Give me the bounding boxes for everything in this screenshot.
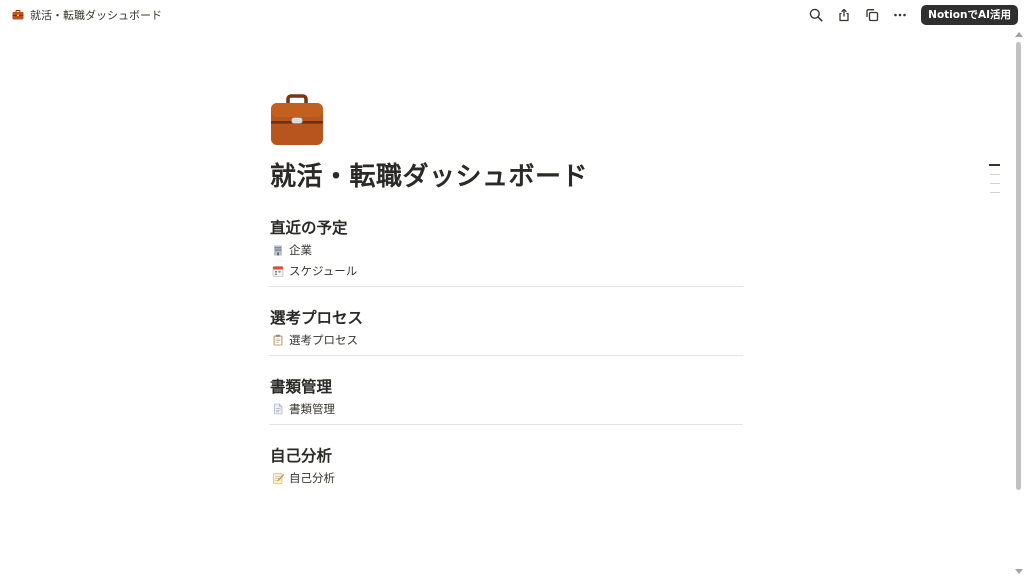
divider [269, 286, 743, 287]
toc-line[interactable] [990, 192, 1000, 193]
share-button[interactable] [833, 5, 855, 25]
scroll-down-arrow-icon[interactable] [1015, 569, 1023, 574]
more-button[interactable] [889, 5, 911, 25]
link-self-analysis[interactable]: 自己分析 [270, 467, 743, 488]
section-selection-process: 選考プロセス 選考プロセス [269, 307, 743, 356]
link-companies[interactable]: 企業 [270, 239, 743, 260]
section-heading: 書類管理 [270, 378, 333, 396]
notion-ai-button[interactable]: NotionでAI活用 [921, 5, 1018, 25]
scrollbar-thumb[interactable] [1016, 42, 1021, 490]
top-bar: 就活・転職ダッシュボード NotionでAI活用 [0, 0, 1024, 30]
link-label: 書類管理 [289, 401, 335, 416]
page-title[interactable]: 就活・転職ダッシュボード [270, 156, 743, 193]
link-label: 企業 [289, 242, 312, 257]
clipboard-icon [273, 334, 283, 345]
search-icon [809, 8, 823, 22]
duplicate-icon [866, 9, 879, 22]
office-building-icon [274, 245, 282, 255]
search-button[interactable] [805, 5, 827, 25]
link-schedule[interactable]: スケジュール [270, 260, 743, 281]
share-icon [839, 8, 849, 22]
section-documents: 書類管理 書類管理 [269, 376, 743, 425]
document-icon [274, 403, 283, 414]
briefcase-icon[interactable] [270, 92, 324, 146]
section-heading: 選考プロセス [270, 309, 364, 327]
section-upcoming: 直近の予定 企業 スケジュール [269, 217, 743, 287]
divider [269, 424, 743, 425]
link-label: 自己分析 [289, 470, 335, 485]
scrollbar[interactable] [1015, 30, 1023, 576]
briefcase-icon [12, 10, 24, 20]
link-label: 選考プロセス [289, 332, 358, 347]
toc-line-active[interactable] [989, 164, 1000, 166]
link-selection-process[interactable]: 選考プロセス [270, 329, 743, 350]
table-of-contents-indicator[interactable] [989, 164, 1001, 201]
more-icon [894, 13, 906, 17]
duplicate-button[interactable] [861, 5, 883, 25]
memo-icon [273, 472, 284, 484]
breadcrumb[interactable]: 就活・転職ダッシュボード [12, 7, 162, 23]
link-label: スケジュール [289, 263, 358, 278]
section-heading: 自己分析 [270, 447, 333, 465]
calendar-icon [272, 265, 284, 277]
section-self-analysis: 自己分析 自己分析 [270, 445, 743, 488]
divider [269, 355, 743, 356]
page-content: 就活・転職ダッシュボード 直近の予定 企業 スケジュール 選考プロセス 選考プロ… [269, 92, 743, 488]
section-heading: 直近の予定 [270, 219, 348, 237]
scroll-up-arrow-icon[interactable] [1015, 32, 1023, 37]
link-documents[interactable]: 書類管理 [270, 398, 743, 419]
toc-line[interactable] [990, 183, 1000, 184]
toc-line[interactable] [990, 174, 1000, 175]
topbar-actions: NotionでAI活用 [805, 5, 1018, 25]
breadcrumb-title: 就活・転職ダッシュボード [30, 9, 162, 22]
